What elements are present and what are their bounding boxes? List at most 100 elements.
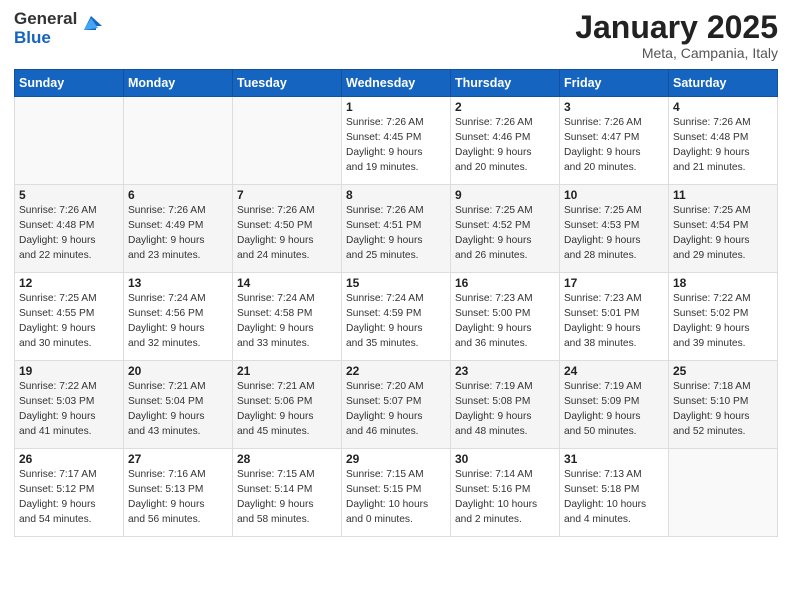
calendar-week-1: 1 Sunrise: 7:26 AMSunset: 4:45 PMDaylight… (15, 97, 778, 185)
calendar-cell: 20 Sunrise: 7:21 AMSunset: 5:04 PMDayligh… (124, 361, 233, 449)
day-number: 10 (564, 188, 664, 202)
day-number: 29 (346, 452, 446, 466)
day-number: 26 (19, 452, 119, 466)
day-info: Sunrise: 7:24 AMSunset: 4:56 PMDaylight:… (128, 292, 228, 351)
day-number: 4 (673, 100, 773, 114)
logo: General Blue (14, 10, 102, 47)
col-thursday: Thursday (451, 70, 560, 97)
calendar-cell: 8 Sunrise: 7:26 AMSunset: 4:51 PMDaylight… (342, 185, 451, 273)
day-info: Sunrise: 7:26 AMSunset: 4:49 PMDaylight:… (128, 204, 228, 263)
calendar-cell: 22Sunrise: 7:20 AMSunset: 5:07 PMDayligh… (342, 361, 451, 449)
page: General Blue January 2025 Meta, Campania… (0, 0, 792, 551)
day-number: 16 (455, 276, 555, 290)
calendar-cell: 28Sunrise: 7:15 AMSunset: 5:14 PMDayligh… (233, 449, 342, 537)
calendar-cell: 26 Sunrise: 7:17 AMSunset: 5:12 PMDayligh… (15, 449, 124, 537)
day-info: Sunrise: 7:25 AMSunset: 4:54 PMDaylight:… (673, 204, 773, 263)
calendar-cell: 30Sunrise: 7:14 AMSunset: 5:16 PMDayligh… (451, 449, 560, 537)
logo-blue: Blue (14, 29, 77, 48)
col-wednesday: Wednesday (342, 70, 451, 97)
day-number: 31 (564, 452, 664, 466)
calendar-cell: 15 Sunrise: 7:24 AMSunset: 4:59 PMDayligh… (342, 273, 451, 361)
day-number: 8 (346, 188, 446, 202)
calendar-cell: 31Sunrise: 7:13 AMSunset: 5:18 PMDayligh… (560, 449, 669, 537)
day-info: Sunrise: 7:26 AMSunset: 4:48 PMDaylight:… (673, 116, 773, 175)
calendar-cell: 7 Sunrise: 7:26 AMSunset: 4:50 PMDaylight… (233, 185, 342, 273)
day-info: Sunrise: 7:26 AMSunset: 4:51 PMDaylight:… (346, 204, 446, 263)
col-saturday: Saturday (669, 70, 778, 97)
day-info: Sunrise: 7:19 AMSunset: 5:08 PMDaylight:… (455, 380, 555, 439)
calendar-week-5: 26 Sunrise: 7:17 AMSunset: 5:12 PMDayligh… (15, 449, 778, 537)
calendar-cell: 24 Sunrise: 7:19 AMSunset: 5:09 PMDayligh… (560, 361, 669, 449)
day-number: 1 (346, 100, 446, 114)
calendar-cell: 2 Sunrise: 7:26 AMSunset: 4:46 PMDaylight… (451, 97, 560, 185)
day-info: Sunrise: 7:17 AMSunset: 5:12 PMDaylight:… (19, 468, 119, 527)
calendar-cell: 27 Sunrise: 7:16 AMSunset: 5:13 PMDayligh… (124, 449, 233, 537)
day-info: Sunrise: 7:15 AMSunset: 5:15 PMDaylight:… (346, 468, 446, 527)
calendar-cell: 29 Sunrise: 7:15 AMSunset: 5:15 PMDayligh… (342, 449, 451, 537)
calendar-cell: 11Sunrise: 7:25 AMSunset: 4:54 PMDayligh… (669, 185, 778, 273)
calendar-cell: 9 Sunrise: 7:25 AMSunset: 4:52 PMDaylight… (451, 185, 560, 273)
day-info: Sunrise: 7:26 AMSunset: 4:47 PMDaylight:… (564, 116, 664, 175)
day-info: Sunrise: 7:24 AMSunset: 4:59 PMDaylight:… (346, 292, 446, 351)
day-number: 23 (455, 364, 555, 378)
day-info: Sunrise: 7:26 AMSunset: 4:48 PMDaylight:… (19, 204, 119, 263)
day-number: 25 (673, 364, 773, 378)
day-info: Sunrise: 7:26 AMSunset: 4:45 PMDaylight:… (346, 116, 446, 175)
day-info: Sunrise: 7:19 AMSunset: 5:09 PMDaylight:… (564, 380, 664, 439)
day-number: 13 (128, 276, 228, 290)
day-info: Sunrise: 7:25 AMSunset: 4:55 PMDaylight:… (19, 292, 119, 351)
calendar-cell: 13 Sunrise: 7:24 AMSunset: 4:56 PMDayligh… (124, 273, 233, 361)
calendar-cell: 23 Sunrise: 7:19 AMSunset: 5:08 PMDayligh… (451, 361, 560, 449)
day-number: 9 (455, 188, 555, 202)
day-number: 27 (128, 452, 228, 466)
day-info: Sunrise: 7:15 AMSunset: 5:14 PMDaylight:… (237, 468, 337, 527)
day-number: 5 (19, 188, 119, 202)
calendar-cell: 3Sunrise: 7:26 AMSunset: 4:47 PMDaylight… (560, 97, 669, 185)
day-info: Sunrise: 7:21 AMSunset: 5:06 PMDaylight:… (237, 380, 337, 439)
calendar-week-4: 19Sunrise: 7:22 AMSunset: 5:03 PMDayligh… (15, 361, 778, 449)
calendar-cell (233, 97, 342, 185)
day-number: 24 (564, 364, 664, 378)
location: Meta, Campania, Italy (575, 45, 778, 61)
day-number: 20 (128, 364, 228, 378)
calendar-cell (669, 449, 778, 537)
calendar-cell (15, 97, 124, 185)
calendar-cell: 25Sunrise: 7:18 AMSunset: 5:10 PMDayligh… (669, 361, 778, 449)
day-info: Sunrise: 7:23 AMSunset: 5:01 PMDaylight:… (564, 292, 664, 351)
day-number: 15 (346, 276, 446, 290)
day-info: Sunrise: 7:23 AMSunset: 5:00 PMDaylight:… (455, 292, 555, 351)
calendar-cell: 19Sunrise: 7:22 AMSunset: 5:03 PMDayligh… (15, 361, 124, 449)
calendar: Sunday Monday Tuesday Wednesday Thursday… (14, 69, 778, 537)
calendar-cell: 1 Sunrise: 7:26 AMSunset: 4:45 PMDaylight… (342, 97, 451, 185)
month-title: January 2025 (575, 10, 778, 45)
calendar-cell: 12 Sunrise: 7:25 AMSunset: 4:55 PMDayligh… (15, 273, 124, 361)
day-info: Sunrise: 7:25 AMSunset: 4:52 PMDaylight:… (455, 204, 555, 263)
calendar-week-2: 5 Sunrise: 7:26 AMSunset: 4:48 PMDaylight… (15, 185, 778, 273)
calendar-cell: 16 Sunrise: 7:23 AMSunset: 5:00 PMDayligh… (451, 273, 560, 361)
day-number: 21 (237, 364, 337, 378)
col-sunday: Sunday (15, 70, 124, 97)
calendar-cell: 18 Sunrise: 7:22 AMSunset: 5:02 PMDayligh… (669, 273, 778, 361)
title-area: January 2025 Meta, Campania, Italy (575, 10, 778, 61)
day-number: 7 (237, 188, 337, 202)
calendar-cell: 10 Sunrise: 7:25 AMSunset: 4:53 PMDayligh… (560, 185, 669, 273)
col-friday: Friday (560, 70, 669, 97)
calendar-cell: 5 Sunrise: 7:26 AMSunset: 4:48 PMDaylight… (15, 185, 124, 273)
day-info: Sunrise: 7:25 AMSunset: 4:53 PMDaylight:… (564, 204, 664, 263)
calendar-cell: 14Sunrise: 7:24 AMSunset: 4:58 PMDayligh… (233, 273, 342, 361)
logo-general: General (14, 10, 77, 29)
day-info: Sunrise: 7:20 AMSunset: 5:07 PMDaylight:… (346, 380, 446, 439)
day-info: Sunrise: 7:26 AMSunset: 4:50 PMDaylight:… (237, 204, 337, 263)
day-info: Sunrise: 7:26 AMSunset: 4:46 PMDaylight:… (455, 116, 555, 175)
calendar-cell: 6Sunrise: 7:26 AMSunset: 4:49 PMDaylight… (124, 185, 233, 273)
day-info: Sunrise: 7:21 AMSunset: 5:04 PMDaylight:… (128, 380, 228, 439)
day-number: 18 (673, 276, 773, 290)
day-info: Sunrise: 7:22 AMSunset: 5:02 PMDaylight:… (673, 292, 773, 351)
day-info: Sunrise: 7:22 AMSunset: 5:03 PMDaylight:… (19, 380, 119, 439)
logo-icon (80, 12, 102, 39)
day-number: 17 (564, 276, 664, 290)
day-number: 12 (19, 276, 119, 290)
calendar-header-row: Sunday Monday Tuesday Wednesday Thursday… (15, 70, 778, 97)
day-number: 2 (455, 100, 555, 114)
day-info: Sunrise: 7:16 AMSunset: 5:13 PMDaylight:… (128, 468, 228, 527)
